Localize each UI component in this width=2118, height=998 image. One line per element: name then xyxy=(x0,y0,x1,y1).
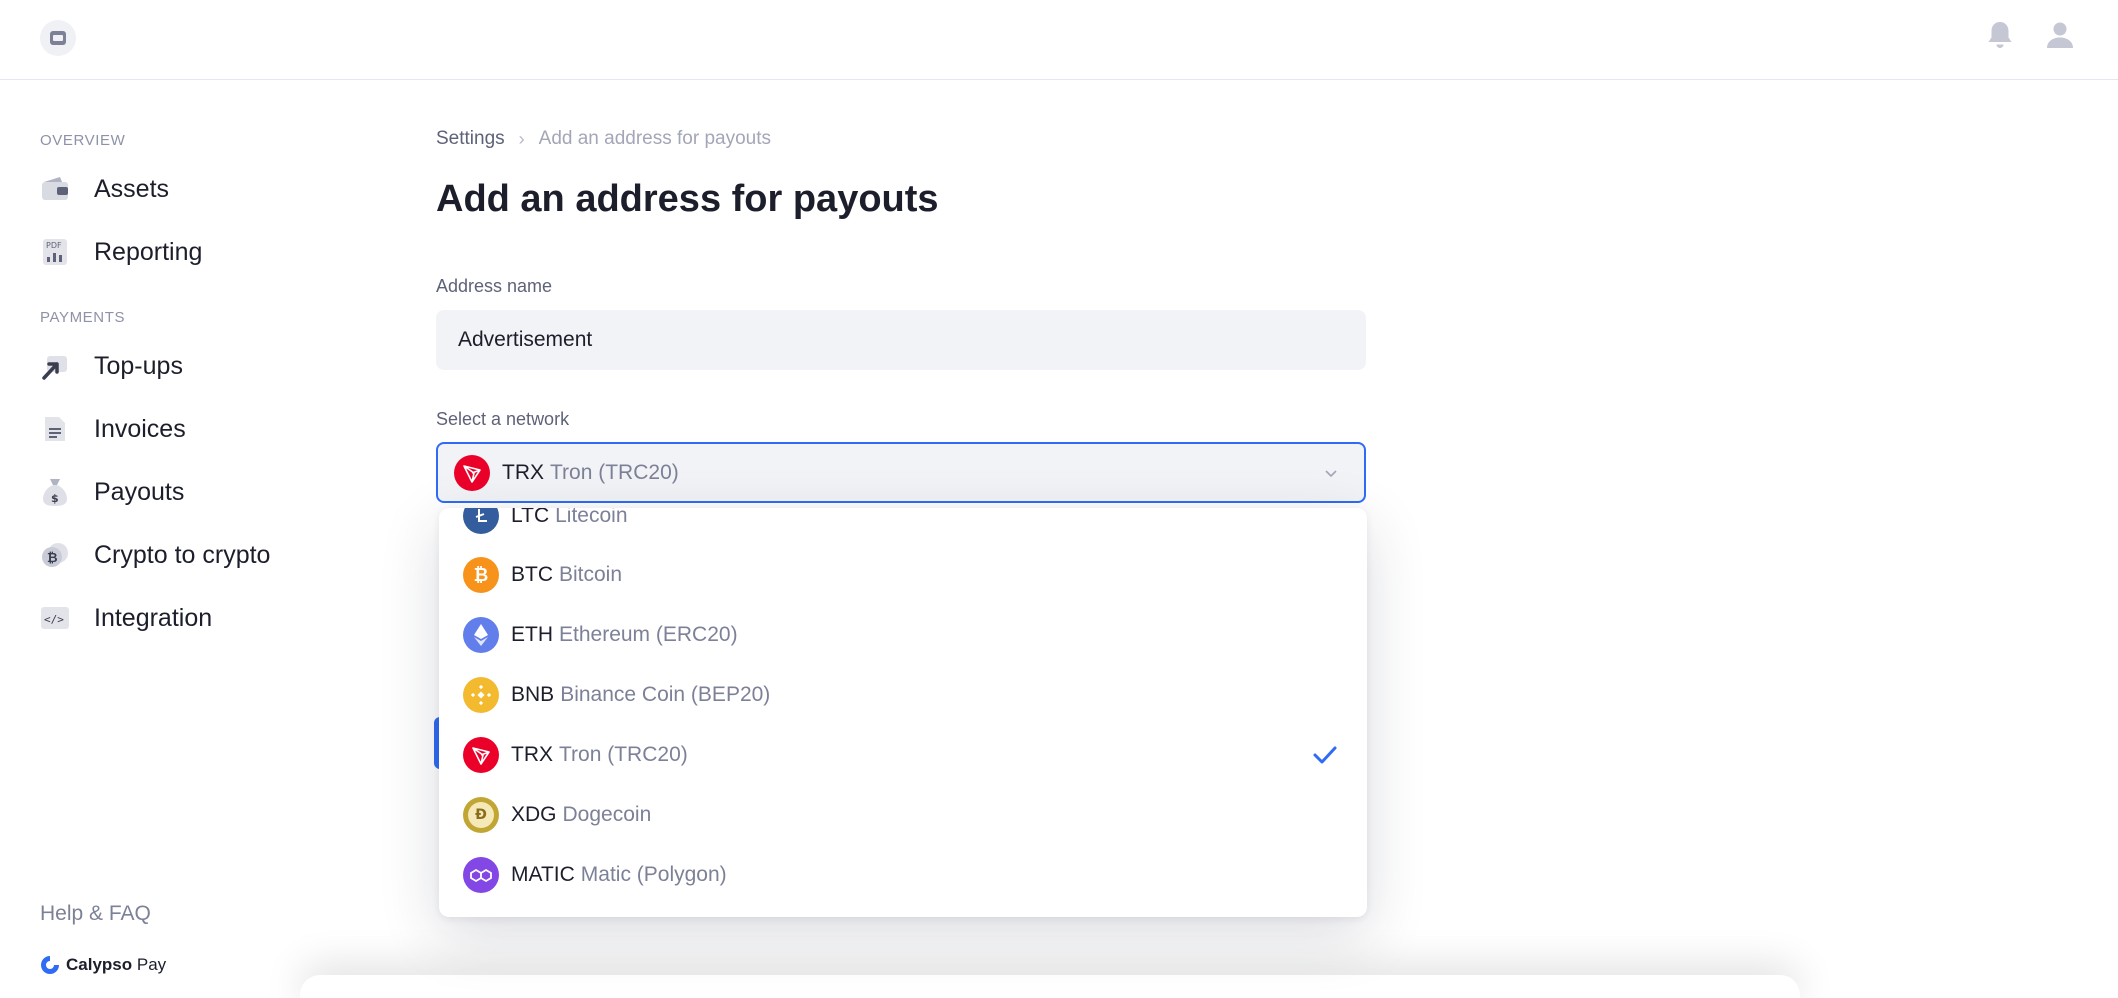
sidebar-item-crypto-to-crypto[interactable]: ₿ Crypto to crypto xyxy=(40,533,340,577)
ethereum-icon xyxy=(463,617,499,653)
network-label: Select a network xyxy=(436,409,570,429)
litecoin-icon xyxy=(463,508,499,534)
sidebar-item-invoices[interactable]: Invoices xyxy=(40,407,340,451)
breadcrumb-current: Add an address for payouts xyxy=(538,128,772,149)
svg-text:$: $ xyxy=(51,492,59,505)
tron-icon xyxy=(454,454,490,491)
money-bag-icon: $ xyxy=(40,477,70,507)
network-option-ltc[interactable]: LTC Litecoin xyxy=(439,508,1367,546)
network-option-xdg[interactable]: Ð XDG Dogecoin xyxy=(439,785,1367,845)
polygon-icon xyxy=(463,857,499,893)
bell-icon[interactable] xyxy=(1983,18,2017,52)
svg-text:PDF: PDF xyxy=(46,241,62,250)
network-option-trx[interactable]: TRX Tron (TRC20) xyxy=(439,725,1367,785)
address-name-input[interactable] xyxy=(436,310,1366,370)
chevron-down-icon xyxy=(1325,470,1337,478)
sidebar-item-assets[interactable]: Assets xyxy=(40,167,340,211)
dogecoin-icon: Ð xyxy=(463,797,499,833)
sidebar-item-top-ups[interactable]: Top-ups xyxy=(40,344,340,388)
binance-icon xyxy=(463,677,499,713)
brand-name-bold: Calypso xyxy=(66,955,133,974)
help-faq-link[interactable]: Help & FAQ xyxy=(40,902,151,926)
chevron-right-icon: › xyxy=(518,128,525,149)
calypso-logo-icon xyxy=(41,956,59,974)
sidebar-item-integration[interactable]: </> Integration xyxy=(40,596,340,640)
breadcrumb: Settings › Add an address for payouts xyxy=(436,128,771,150)
bottom-panel-shadow xyxy=(300,975,1800,998)
wallet-icon xyxy=(40,174,70,204)
network-option-matic[interactable]: MATIC Matic (Polygon) xyxy=(439,845,1367,905)
sidebar-item-reporting[interactable]: PDF Reporting xyxy=(40,230,340,274)
coins-icon: ₿ xyxy=(40,540,70,570)
document-icon xyxy=(40,414,70,444)
brand-name-regular: Pay xyxy=(136,955,167,974)
app-logo-icon[interactable] xyxy=(40,20,76,56)
network-option-eth[interactable]: ETH Ethereum (ERC20) xyxy=(439,605,1367,665)
brand-logo: Calypso Pay xyxy=(40,955,166,975)
user-icon[interactable] xyxy=(2043,18,2077,52)
pdf-report-icon: PDF xyxy=(40,237,70,267)
address-name-label: Address name xyxy=(436,276,553,296)
check-icon xyxy=(1313,746,1337,764)
selected-network-symbol: TRX xyxy=(502,460,544,484)
code-icon: </> xyxy=(40,603,70,633)
sidebar: OVERVIEW Assets PDF Reporting PAYMENTS T… xyxy=(0,81,380,998)
network-option-btc[interactable]: ₿ BTC Bitcoin xyxy=(439,545,1367,605)
selected-network-name: Tron (TRC20) xyxy=(550,460,679,484)
bitcoin-icon: ₿ xyxy=(463,557,499,593)
top-bar xyxy=(0,0,2118,80)
network-select[interactable]: TRX Tron (TRC20) xyxy=(436,442,1366,503)
sidebar-section-payments: PAYMENTS xyxy=(40,309,126,326)
sidebar-item-payouts[interactable]: $ Payouts xyxy=(40,470,340,514)
svg-text:</>: </> xyxy=(44,613,64,626)
top-up-arrow-icon xyxy=(40,351,70,381)
svg-text:₿: ₿ xyxy=(47,551,58,566)
network-option-bnb[interactable]: BNB Binance Coin (BEP20) xyxy=(439,665,1367,725)
tron-icon xyxy=(463,737,499,773)
network-dropdown: LTC Litecoin ₿ BTC Bitcoin ETH Ethereum … xyxy=(439,508,1367,917)
page-title: Add an address for payouts xyxy=(436,178,939,220)
sidebar-section-overview: OVERVIEW xyxy=(40,132,126,149)
breadcrumb-settings[interactable]: Settings xyxy=(436,128,505,150)
